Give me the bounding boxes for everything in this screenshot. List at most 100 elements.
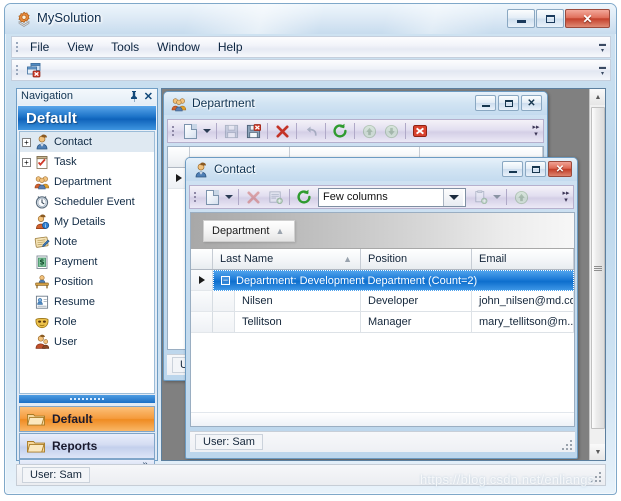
tree-item-position[interactable]: Position	[20, 272, 154, 292]
column-header-position[interactable]: Position	[361, 249, 472, 269]
menu-file[interactable]: File	[21, 37, 58, 57]
maximize-button[interactable]	[536, 9, 564, 28]
navigation-splitter[interactable]	[19, 395, 155, 403]
contact-toolbar: ▸▸▾	[189, 185, 574, 209]
window-caption-buttons: ✕	[507, 9, 610, 28]
scrollbar-thumb[interactable]	[591, 107, 605, 429]
department-toolbar-overflow-button[interactable]: ▸▸ ▾	[530, 121, 542, 141]
department-refresh-button[interactable]	[329, 121, 351, 141]
cell-email[interactable]: mary_tellitson@m...	[472, 312, 574, 333]
contact-edit-button[interactable]	[264, 187, 286, 207]
minimize-button[interactable]	[507, 9, 535, 28]
contact-close-button[interactable]: ✕	[548, 161, 572, 177]
tree-item-role[interactable]: Role	[20, 312, 154, 332]
cell-position[interactable]: Developer	[361, 291, 472, 312]
tree-item-department[interactable]: Department	[20, 172, 154, 192]
tree-item-label: User	[54, 336, 78, 348]
group-row[interactable]: − Department: Development Department (Co…	[191, 270, 574, 291]
table-row[interactable]: Nilsen Developer john_nilsen@md.com	[191, 291, 574, 312]
nav-group-button-default[interactable]: Default	[19, 406, 155, 432]
close-icon: ✕	[527, 97, 536, 109]
main-status-user: User: Sam	[22, 467, 90, 483]
group-row-content[interactable]: − Department: Development Department (Co…	[213, 270, 574, 291]
svg-text:i: i	[45, 224, 47, 230]
contact-refresh-button[interactable]	[293, 187, 315, 207]
department-new-dropdown[interactable]	[201, 121, 213, 141]
main-resize-grip[interactable]	[590, 471, 601, 482]
department-save-button[interactable]	[220, 121, 242, 141]
resize-grip[interactable]	[561, 439, 572, 450]
menu-view[interactable]: View	[58, 37, 102, 57]
department-new-button[interactable]	[179, 121, 201, 141]
group-by-panel[interactable]: Department ▲	[191, 213, 574, 249]
group-indent-cell	[213, 312, 235, 333]
role-icon	[34, 314, 50, 330]
column-header-email[interactable]: Email	[472, 249, 574, 269]
menu-tools[interactable]: Tools	[102, 37, 148, 57]
toolbar-separator	[289, 189, 290, 205]
contact-new-button[interactable]	[201, 187, 223, 207]
contact-delete-button[interactable]	[242, 187, 264, 207]
department-close-button[interactable]: ✕	[521, 95, 542, 111]
close-all-windows-icon[interactable]	[26, 62, 42, 78]
menubar-overflow-button[interactable]: ▬ ▾	[597, 39, 608, 56]
mdi-client-area: Department ✕ ▸▸ ▾ Contact ✕ Few columns …	[161, 88, 606, 461]
department-toolbar-grip[interactable]	[170, 122, 177, 140]
close-button[interactable]: ✕	[565, 9, 610, 28]
tree-item-task[interactable]: + Task	[20, 152, 154, 172]
scrollbar-up-arrow[interactable]: ▲	[590, 89, 605, 105]
minimize-icon	[516, 19, 526, 23]
navigation-group-header[interactable]: Default	[18, 106, 156, 130]
contact-minimize-button[interactable]	[502, 161, 523, 177]
contact-copy-button[interactable]	[469, 187, 491, 207]
contact-toolbar-overflow-button[interactable]: ▸▸ ▾	[560, 187, 572, 207]
scrollbar-down-arrow[interactable]: ▼	[590, 444, 605, 460]
menu-help[interactable]: Help	[209, 37, 252, 57]
expander-icon[interactable]: +	[22, 137, 31, 147]
group-chip-department[interactable]: Department ▲	[203, 220, 296, 242]
tree-item-scheduler-event[interactable]: Scheduler Event	[20, 192, 154, 212]
view-combobox-dropdown-button[interactable]	[443, 188, 463, 206]
column-header-last-name[interactable]: Last Name ▲	[213, 249, 361, 269]
menu-window[interactable]: Window	[148, 37, 209, 57]
nav-group-button-reports[interactable]: Reports	[19, 433, 155, 459]
view-combobox[interactable]	[318, 187, 466, 207]
contact-window-titlebar[interactable]: Contact ✕	[186, 158, 577, 181]
cell-last-name[interactable]: Nilsen	[235, 291, 361, 312]
tree-item-resume[interactable]: Resume	[20, 292, 154, 312]
department-save-and-close-button[interactable]	[242, 121, 264, 141]
expander-icon[interactable]: +	[22, 157, 31, 167]
contact-maximize-button[interactable]	[525, 161, 546, 177]
tree-item-user[interactable]: User	[20, 332, 154, 352]
contact-copy-dropdown[interactable]	[491, 187, 503, 207]
toolbar-grip[interactable]	[14, 62, 21, 78]
collapse-icon[interactable]: −	[221, 276, 230, 285]
cell-last-name[interactable]: Tellitson	[235, 312, 361, 333]
close-icon[interactable]: ✕	[144, 90, 153, 103]
contact-new-dropdown[interactable]	[223, 187, 235, 207]
tree-item-payment[interactable]: $ Payment	[20, 252, 154, 272]
department-undo-button[interactable]	[300, 121, 322, 141]
department-minimize-button[interactable]	[475, 95, 496, 111]
navigation-tree[interactable]: + Contact + Task Department Scheduler Ev…	[19, 131, 155, 394]
cell-position[interactable]: Manager	[361, 312, 472, 333]
tree-item-my-details[interactable]: i My Details	[20, 212, 154, 232]
cell-email[interactable]: john_nilsen@md.com	[472, 291, 574, 312]
department-window-titlebar[interactable]: Department ✕	[164, 92, 547, 115]
tree-item-contact[interactable]: + Contact	[20, 132, 154, 152]
contact-toolbar-grip[interactable]	[192, 188, 199, 206]
mdi-vertical-scrollbar[interactable]: ▲ ▼	[589, 89, 605, 460]
menubar-grip[interactable]	[14, 39, 21, 55]
toolbar-overflow-button[interactable]: ▬ ▾	[597, 62, 608, 79]
contact-grid[interactable]: Department ▲ Last Name ▲ Position Email …	[190, 212, 575, 427]
department-close-record-button[interactable]	[409, 121, 431, 141]
department-move-down-button[interactable]	[380, 121, 402, 141]
contact-move-up-button[interactable]	[510, 187, 532, 207]
pin-icon[interactable]	[130, 91, 139, 105]
tree-item-note[interactable]: Note	[20, 232, 154, 252]
table-row[interactable]: Tellitson Manager mary_tellitson@m...	[191, 312, 574, 333]
department-move-up-button[interactable]	[358, 121, 380, 141]
department-maximize-button[interactable]	[498, 95, 519, 111]
view-combobox-input[interactable]	[319, 189, 443, 205]
department-delete-button[interactable]	[271, 121, 293, 141]
